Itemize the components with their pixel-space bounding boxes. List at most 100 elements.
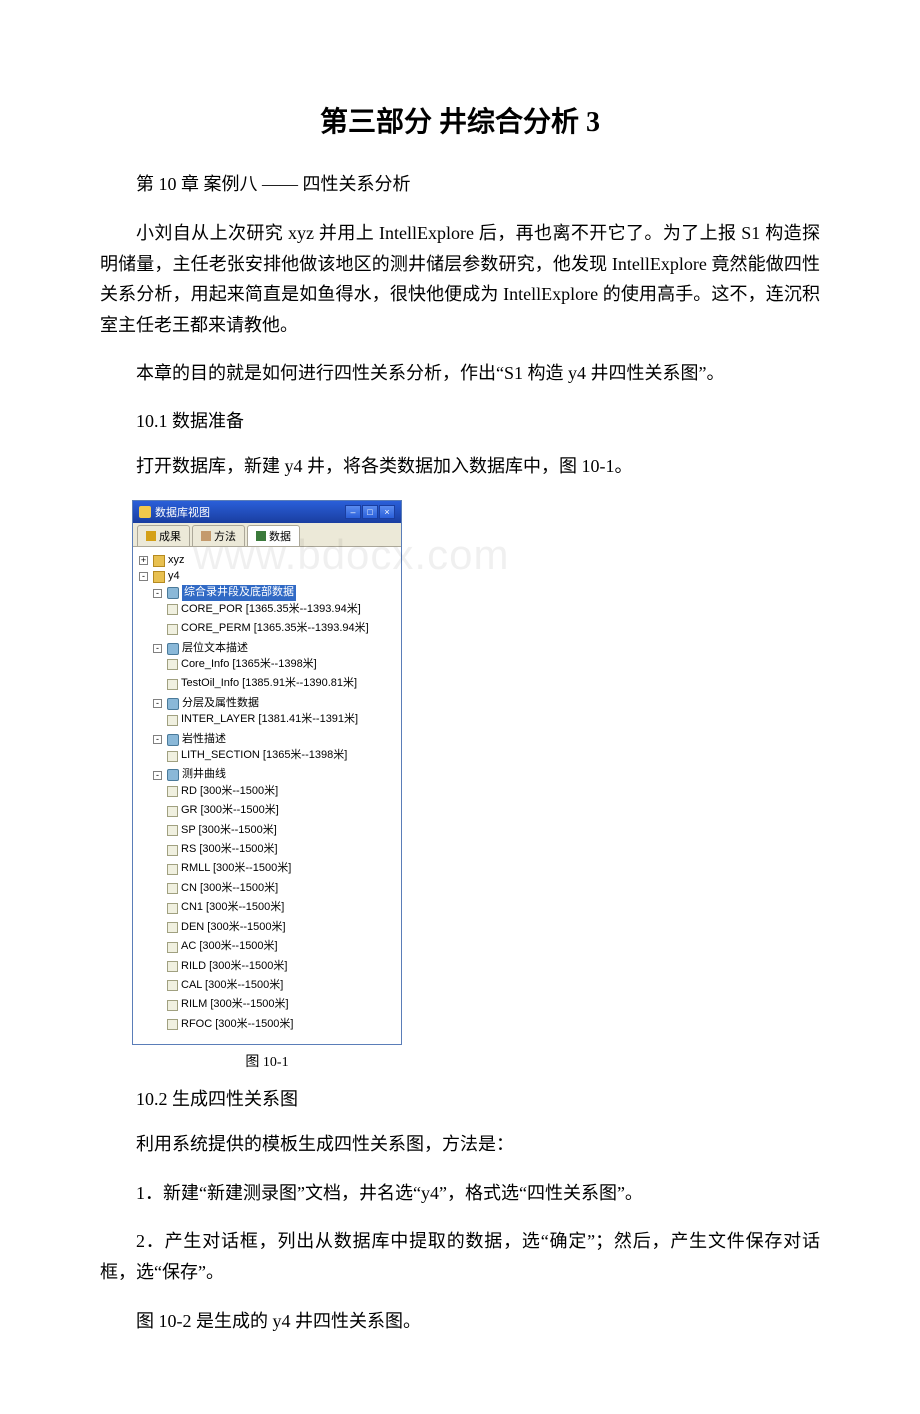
tree-label: 分层及属性数据 — [182, 696, 259, 712]
tree-item[interactable]: RILM [300米--1500米] — [167, 997, 289, 1013]
item-icon — [167, 1000, 178, 1011]
item-icon — [167, 864, 178, 875]
item-icon — [167, 1019, 178, 1030]
tree-label: RFOC [300米--1500米] — [181, 1017, 293, 1033]
tree-group-layerattr[interactable]: - 分层及属性数据 — [153, 696, 259, 712]
tree-item[interactable]: CAL [300米--1500米] — [167, 978, 283, 994]
figure-10-1: www.bdocx.com 数据库视图 – □ × 成果 方法 — [132, 500, 820, 1072]
tree-label: 岩性描述 — [182, 732, 226, 748]
tree-label: DEN [300米--1500米] — [181, 920, 286, 936]
item-icon — [167, 604, 178, 615]
tree-label: y4 — [168, 569, 180, 585]
tab-bar: 成果 方法 数据 — [133, 523, 401, 547]
item-icon — [167, 961, 178, 972]
folder-icon — [153, 571, 165, 583]
tree-item[interactable]: CORE_POR [1365.35米--1393.94米] — [167, 602, 361, 618]
tree-label: RS [300米--1500米] — [181, 842, 278, 858]
tree-item[interactable]: GR [300米--1500米] — [167, 803, 279, 819]
item-icon — [167, 825, 178, 836]
tree-item[interactable]: DEN [300米--1500米] — [167, 920, 286, 936]
tree-item[interactable]: TestOil_Info [1385.91米--1390.81米] — [167, 676, 357, 692]
group-icon — [167, 734, 179, 746]
collapse-icon[interactable]: - — [153, 735, 162, 744]
maximize-button[interactable]: □ — [362, 505, 378, 519]
tree-label: CN1 [300米--1500米] — [181, 900, 284, 916]
window-title: 数据库视图 — [155, 504, 210, 520]
tree-node-xyz[interactable]: + xyz — [139, 553, 185, 569]
tree-node-y4[interactable]: - y4 — [139, 569, 180, 585]
item-icon — [167, 883, 178, 894]
tree-label: SP [300米--1500米] — [181, 823, 277, 839]
tree-label: CN [300米--1500米] — [181, 881, 278, 897]
paragraph-3: 打开数据库，新建 y4 井，将各类数据加入数据库中，图 10-1。 — [100, 451, 820, 482]
tree-label: INTER_LAYER [1381.41米--1391米] — [181, 712, 358, 728]
data-tree[interactable]: + xyz - y4 — [137, 553, 397, 1037]
item-icon — [167, 980, 178, 991]
folder-icon — [153, 555, 165, 567]
chapter-heading: 第 10 章 案例八 —— 四性关系分析 — [100, 170, 820, 196]
expand-icon[interactable]: + — [139, 556, 148, 565]
tree-item[interactable]: CN1 [300米--1500米] — [167, 900, 284, 916]
tree-item[interactable]: INTER_LAYER [1381.41米--1391米] — [167, 712, 358, 728]
tree-label: xyz — [168, 553, 185, 569]
tree-label: Core_Info [1365米--1398米] — [181, 657, 317, 673]
tree-group-lith[interactable]: - 岩性描述 — [153, 732, 226, 748]
tree-item[interactable]: AC [300米--1500米] — [167, 939, 278, 955]
tree-label: RD [300米--1500米] — [181, 784, 278, 800]
item-icon — [167, 659, 178, 670]
item-icon — [167, 715, 178, 726]
method-icon — [201, 531, 211, 541]
database-view-window: www.bdocx.com 数据库视图 – □ × 成果 方法 — [132, 500, 402, 1046]
tree-item[interactable]: Core_Info [1365米--1398米] — [167, 657, 317, 673]
tree-label: 层位文本描述 — [182, 641, 248, 657]
tree-body: + xyz - y4 — [133, 547, 401, 1045]
tree-group-layertext[interactable]: - 层位文本描述 — [153, 641, 248, 657]
tree-label: AC [300米--1500米] — [181, 939, 278, 955]
window-titlebar[interactable]: 数据库视图 – □ × — [133, 501, 401, 523]
tab-method[interactable]: 方法 — [192, 525, 245, 546]
tree-label: TestOil_Info [1385.91米--1390.81米] — [181, 676, 357, 692]
tree-item[interactable]: LITH_SECTION [1365米--1398米] — [167, 748, 347, 764]
tree-item[interactable]: RS [300米--1500米] — [167, 842, 278, 858]
tree-label: 测井曲线 — [182, 767, 226, 783]
paragraph-5: 图 10-2 是生成的 y4 井四性关系图。 — [100, 1306, 820, 1337]
tree-label: CORE_POR [1365.35米--1393.94米] — [181, 602, 361, 618]
tree-label: RMLL [300米--1500米] — [181, 861, 291, 877]
tree-item[interactable]: RFOC [300米--1500米] — [167, 1017, 293, 1033]
tree-item[interactable]: SP [300米--1500米] — [167, 823, 277, 839]
tab-result[interactable]: 成果 — [137, 525, 190, 546]
item-icon — [167, 942, 178, 953]
tree-item[interactable]: RMLL [300米--1500米] — [167, 861, 291, 877]
tab-result-label: 成果 — [159, 528, 181, 544]
item-icon — [167, 806, 178, 817]
tree-group-core[interactable]: - 综合录井段及底部数据 — [153, 585, 296, 601]
close-button[interactable]: × — [379, 505, 395, 519]
collapse-icon[interactable]: - — [139, 572, 148, 581]
section-10-2-heading: 10.2 生成四性关系图 — [100, 1085, 820, 1111]
collapse-icon[interactable]: - — [153, 644, 162, 653]
collapse-icon[interactable]: - — [153, 589, 162, 598]
tree-item[interactable]: CN [300米--1500米] — [167, 881, 278, 897]
collapse-icon[interactable]: - — [153, 699, 162, 708]
group-icon — [167, 587, 179, 599]
tree-label: RILM [300米--1500米] — [181, 997, 289, 1013]
item-icon — [167, 786, 178, 797]
tree-label: LITH_SECTION [1365米--1398米] — [181, 748, 347, 764]
tree-item[interactable]: RD [300米--1500米] — [167, 784, 278, 800]
tree-item[interactable]: CORE_PERM [1365.35米--1393.94米] — [167, 621, 369, 637]
tree-label: RILD [300米--1500米] — [181, 959, 287, 975]
collapse-icon[interactable]: - — [153, 771, 162, 780]
tab-data[interactable]: 数据 — [247, 525, 300, 546]
step-1: 1．新建“新建测录图”文档，井名选“y4”，格式选“四性关系图”。 — [100, 1178, 820, 1209]
result-icon — [146, 531, 156, 541]
tree-group-logs[interactable]: - 测井曲线 — [153, 767, 226, 783]
tab-method-label: 方法 — [214, 528, 236, 544]
item-icon — [167, 922, 178, 933]
item-icon — [167, 624, 178, 635]
tree-item[interactable]: RILD [300米--1500米] — [167, 959, 287, 975]
minimize-button[interactable]: – — [345, 505, 361, 519]
item-icon — [167, 751, 178, 762]
window-icon — [139, 506, 151, 518]
group-icon — [167, 643, 179, 655]
group-icon — [167, 698, 179, 710]
